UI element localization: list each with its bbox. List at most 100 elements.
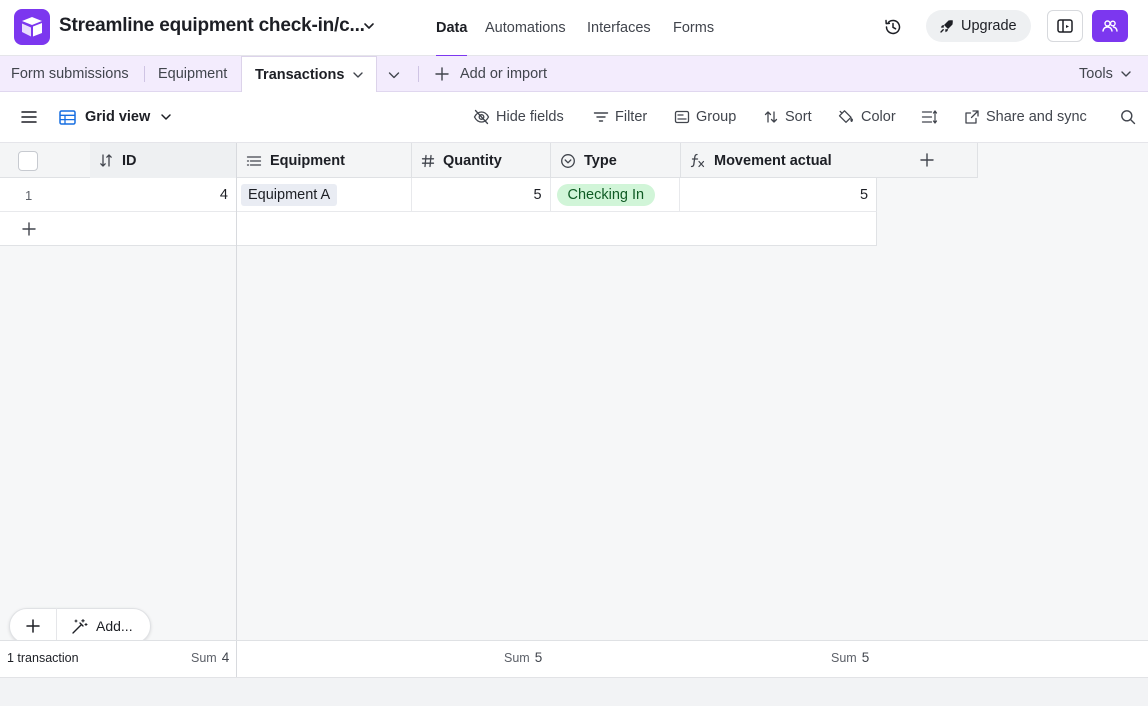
upgrade-button[interactable]: Upgrade	[926, 10, 1031, 42]
single-select-icon	[560, 153, 576, 169]
table-tabs-bar: Form submissions Equipment Transactions …	[0, 56, 1148, 93]
summary-bar: 1 transaction Sum 4 Sum 5 Sum 5	[0, 640, 1148, 678]
column-header-quantity[interactable]: Quantity	[412, 143, 551, 178]
floating-add-bar: Add...	[9, 608, 151, 644]
color-label: Color	[861, 109, 896, 125]
nav-interfaces[interactable]: Interfaces	[587, 0, 651, 56]
open-interface-button[interactable]	[1047, 10, 1083, 42]
view-toolbar: Grid view Hide fields Filter Group Sort …	[0, 92, 1148, 143]
summary-sum-label: Sum	[831, 650, 857, 665]
rocket-icon	[939, 18, 955, 34]
column-header-type[interactable]: Type	[551, 143, 681, 178]
column-header-movement-actual[interactable]: Movement actual	[681, 143, 877, 178]
tools-label: Tools	[1079, 66, 1113, 82]
plus-icon	[21, 221, 37, 237]
plus-icon	[434, 66, 450, 82]
add-menu-button[interactable]: Add...	[57, 618, 133, 635]
interface-icon	[1057, 19, 1073, 33]
plus-icon	[26, 619, 40, 633]
add-or-import-button[interactable]: Add or import	[434, 56, 547, 92]
cell-quantity[interactable]: 5	[412, 178, 551, 212]
cell-id[interactable]: 4	[90, 178, 236, 212]
upgrade-label: Upgrade	[961, 18, 1017, 34]
nav-data[interactable]: Data	[436, 0, 468, 57]
tab-transactions[interactable]: Transactions	[241, 56, 377, 93]
sort-label: Sort	[785, 109, 812, 125]
hide-fields-button[interactable]: Hide fields	[473, 92, 564, 142]
group-icon	[674, 110, 690, 124]
summary-quantity[interactable]: Sum 5	[504, 641, 542, 674]
sort-icon	[99, 153, 114, 168]
tools-button[interactable]: Tools	[1079, 56, 1133, 92]
search-icon[interactable]	[1120, 109, 1136, 125]
cell-type[interactable]: Checking In	[551, 178, 681, 212]
nav-automations[interactable]: Automations	[485, 0, 566, 56]
summary-id[interactable]: Sum 4	[191, 641, 229, 674]
chevron-down-icon[interactable]	[361, 18, 377, 34]
column-name: ID	[122, 152, 137, 169]
filter-icon	[593, 110, 609, 124]
column-name: Equipment	[270, 152, 345, 169]
cell-movement-actual[interactable]: 5	[680, 178, 876, 212]
history-icon[interactable]	[882, 16, 904, 38]
select-all-checkbox[interactable]	[18, 150, 38, 171]
hamburger-menu-icon[interactable]	[20, 109, 38, 125]
summary-movement-actual[interactable]: Sum 5	[831, 641, 869, 674]
hide-fields-label: Hide fields	[496, 109, 564, 125]
share-and-sync-button[interactable]: Share and sync	[964, 92, 1087, 142]
tab-label: Transactions	[255, 67, 345, 83]
formula-icon	[690, 153, 706, 168]
column-name: Movement actual	[714, 152, 832, 169]
grid-left-pane: ID 1 4 Add...	[0, 143, 237, 677]
external-link-icon	[964, 109, 980, 125]
row-height-button[interactable]	[921, 92, 938, 142]
group-button[interactable]: Group	[674, 92, 736, 142]
linked-record-chip[interactable]: Equipment A	[241, 184, 338, 206]
share-button[interactable]	[1092, 10, 1128, 42]
filter-label: Filter	[615, 109, 648, 125]
color-button[interactable]: Color	[838, 92, 896, 142]
more-tables-icon[interactable]	[385, 66, 403, 84]
add-field-button[interactable]	[877, 143, 978, 178]
tab-equipment[interactable]: Equipment	[158, 56, 227, 92]
add-record-row[interactable]	[237, 212, 877, 246]
add-or-import-label: Add or import	[460, 66, 548, 82]
add-record-row[interactable]	[0, 212, 236, 246]
tab-divider	[144, 66, 145, 82]
base-title[interactable]: Streamline equipment check-in/c...	[59, 15, 365, 37]
tab-label: Form submissions	[11, 66, 129, 82]
linked-record-icon	[246, 154, 262, 168]
column-header-equipment[interactable]: Equipment	[237, 143, 412, 178]
grid: ID 1 4 Add... Equipment Quantity Type Mo…	[0, 143, 1148, 678]
chevron-down-icon	[159, 110, 173, 124]
sort-button[interactable]: Sort	[763, 92, 812, 142]
column-name: Type	[584, 152, 617, 169]
select-all-cell	[0, 143, 90, 178]
filter-button[interactable]: Filter	[593, 92, 647, 142]
chevron-down-icon	[1119, 67, 1133, 81]
tab-form-submissions[interactable]: Form submissions	[11, 56, 129, 92]
row-number: 1	[25, 187, 33, 203]
nav-forms[interactable]: Forms	[673, 0, 714, 56]
summary-sum-label: Sum	[191, 650, 217, 665]
view-switcher[interactable]: Grid view	[59, 92, 173, 142]
plus-icon	[920, 153, 934, 167]
grid-view-icon	[59, 109, 76, 125]
chevron-down-icon[interactable]	[350, 67, 366, 83]
add-record-button[interactable]	[10, 608, 57, 644]
share-and-sync-label: Share and sync	[986, 109, 1087, 125]
eye-slash-icon	[473, 109, 490, 125]
base-logo-icon[interactable]	[14, 9, 50, 45]
column-header-id[interactable]: ID	[90, 143, 236, 178]
summary-value: 5	[534, 650, 543, 665]
grid-header-row: Equipment Quantity Type Movement actual	[237, 143, 877, 178]
table-row[interactable]: Equipment A 5 Checking In 5	[237, 178, 877, 212]
group-label: Group	[696, 109, 737, 125]
table-row[interactable]: 1 4	[0, 178, 236, 212]
cell-equipment[interactable]: Equipment A	[237, 178, 412, 212]
users-icon	[1102, 20, 1118, 32]
magic-wand-icon	[71, 618, 88, 635]
summary-sum-label: Sum	[504, 650, 530, 665]
row-height-icon	[921, 109, 938, 125]
bottom-strip	[0, 677, 1148, 706]
